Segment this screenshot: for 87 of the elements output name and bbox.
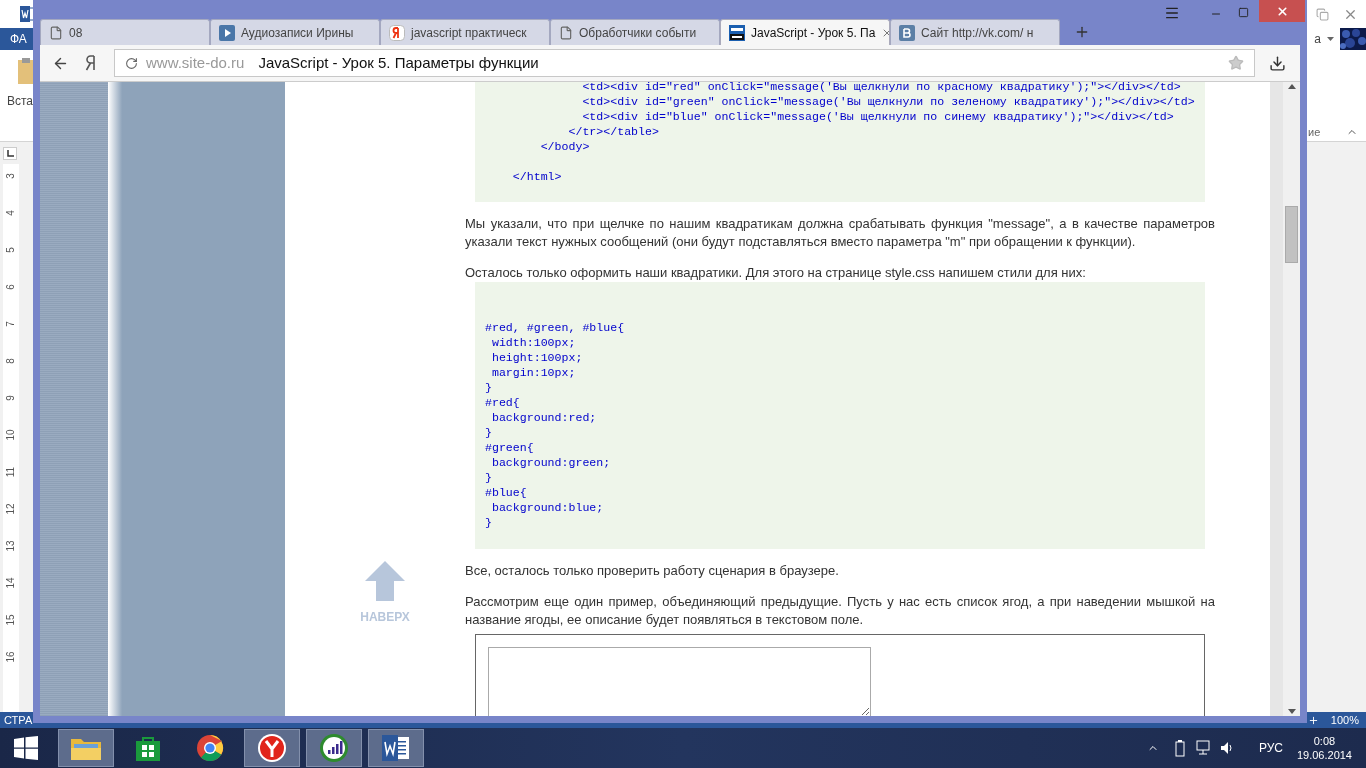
signal-bars-icon (319, 733, 349, 763)
code-line: background:red; (490, 410, 598, 425)
ruler-number: 5 (8, 246, 14, 255)
scrollbar-thumb[interactable] (1285, 205, 1298, 263)
code-line: <td><div id="red" onClick="message('Вы щелкнули по красному квадратику');"></div></td> (581, 82, 1182, 94)
paragraph: Все, осталось только проверить работу сценария в браузере. (465, 562, 840, 580)
download-icon[interactable] (1269, 54, 1286, 72)
code-line: #green{ (485, 440, 535, 455)
scroll-down-icon[interactable] (1287, 709, 1296, 714)
code-line: </tr></table> (567, 124, 660, 139)
caret-icon (1327, 37, 1334, 41)
clipboard-icon[interactable] (18, 58, 34, 84)
speaker-icon[interactable] (1218, 740, 1235, 756)
yandex-icon (389, 24, 405, 41)
clock-date[interactable]: 19.06.2014 (1296, 748, 1352, 762)
ruler-number: 15 (5, 614, 17, 628)
reload-icon[interactable] (125, 56, 138, 70)
close-icon (1275, 4, 1289, 18)
code-line: width:100px; (490, 335, 577, 350)
file-tab[interactable]: ФА (0, 28, 33, 50)
menu-icon[interactable] (1164, 5, 1180, 21)
ruler-number: 6 (8, 283, 14, 292)
clock-time[interactable]: 0:08 (1313, 734, 1336, 748)
site-icon (729, 24, 745, 41)
browser-tab[interactable]: Обработчики событи (550, 19, 720, 45)
ruler-number: 9 (8, 394, 14, 403)
browser-tab[interactable]: Сайт http://vk.com/ н (890, 19, 1060, 45)
page-icon (49, 25, 63, 40)
browser-icon (196, 734, 224, 762)
browser-tab[interactable]: 08 (40, 19, 210, 45)
code-line: } (485, 380, 493, 395)
code-line: } (485, 425, 493, 440)
ruler-number: 10 (5, 429, 17, 443)
scroll-up-icon[interactable] (1287, 84, 1296, 89)
code-line: } (485, 470, 493, 485)
new-tab-icon[interactable] (1074, 24, 1090, 40)
code-line: #red{ (485, 395, 521, 410)
windows-start-icon[interactable] (14, 736, 38, 760)
vk-icon (899, 24, 915, 41)
code-line: margin:10px; (490, 365, 577, 380)
code-line: background:green; (490, 455, 612, 470)
browser-icon (257, 733, 287, 763)
ruler-number: 11 (5, 466, 17, 480)
group-label: ие (1308, 124, 1321, 140)
ruler-number: 12 (5, 503, 17, 517)
code-line: height:100px; (490, 350, 584, 365)
ruler-number: 7 (8, 320, 14, 329)
yandex-logo-icon[interactable] (85, 55, 96, 71)
paragraph: Мы указали, что при щелчке по нашим квадратикам должна срабатывать функция "message", а в качестве параметров указали текст нужных сообщений (они будут подставляться вместо параметра "m" при обращении к функции). (465, 215, 1215, 251)
ruler-number: 14 (5, 577, 17, 591)
ruler-number: 8 (8, 357, 14, 366)
browser-tab[interactable]: JavaScript - Урок 5. Па (720, 19, 890, 45)
ruler-number: 3 (8, 172, 14, 181)
paragraph: Рассмотрим еще один пример, объединяющий предыдущие. Пусть у нас есть список ягод, а при наведении мышкой на название ягоды, ее описание будет появляться в текстовом поле. (465, 593, 1215, 629)
page-status[interactable]: СТРА (4, 711, 33, 729)
address-bar[interactable]: www.site-do.ru JavaScript - Урок 5. Параметры функции (114, 49, 1255, 77)
tab-stop-icon[interactable] (3, 147, 17, 160)
code-line: </body> (539, 139, 591, 154)
maximize-icon[interactable] (1238, 7, 1249, 18)
zoom-level[interactable]: 100% (1330, 711, 1362, 729)
play-icon (219, 24, 235, 41)
browser-tab[interactable]: Аудиозаписи Ирины (210, 19, 380, 45)
ruler-number: 16 (5, 651, 17, 665)
code-line: #red, #green, #blue{ (485, 320, 626, 335)
paste-label[interactable]: Вста (6, 84, 34, 110)
ruler-number: 4 (8, 209, 14, 218)
code-line: background:blue; (490, 500, 605, 515)
scrollbar[interactable] (1283, 82, 1300, 716)
taskbar-button[interactable] (368, 729, 424, 767)
code-line: </html> (511, 169, 563, 184)
code-line: <td><div id="green" onClick="message('Вы щелкнули по зеленому квадратику');"></div></td> (581, 94, 1196, 109)
close-button[interactable] (1259, 0, 1305, 22)
code-line: } (485, 515, 493, 530)
paragraph: Осталось только оформить наши квадратики. Для этого на странице style.css напишем стили для них: (465, 264, 1087, 282)
account-name[interactable]: а (1314, 30, 1321, 48)
code-line: #blue{ (485, 485, 528, 500)
document-icon (381, 734, 411, 762)
network-icon[interactable] (1194, 740, 1211, 756)
taskbar-button[interactable] (306, 729, 362, 767)
page-icon (559, 25, 573, 40)
ruler-number: 13 (5, 540, 17, 554)
code-line: <td><div id="blue" onClick="message('Вы щелкнули по синему квадратику');"></div></td> (581, 109, 1175, 124)
input-language[interactable]: РУС (1258, 739, 1283, 757)
battery-icon[interactable] (1172, 739, 1187, 757)
zoom-in-icon[interactable] (1307, 714, 1319, 726)
browser-tab[interactable]: javascript практическ (380, 19, 550, 45)
shopping-bag-icon (134, 734, 162, 762)
